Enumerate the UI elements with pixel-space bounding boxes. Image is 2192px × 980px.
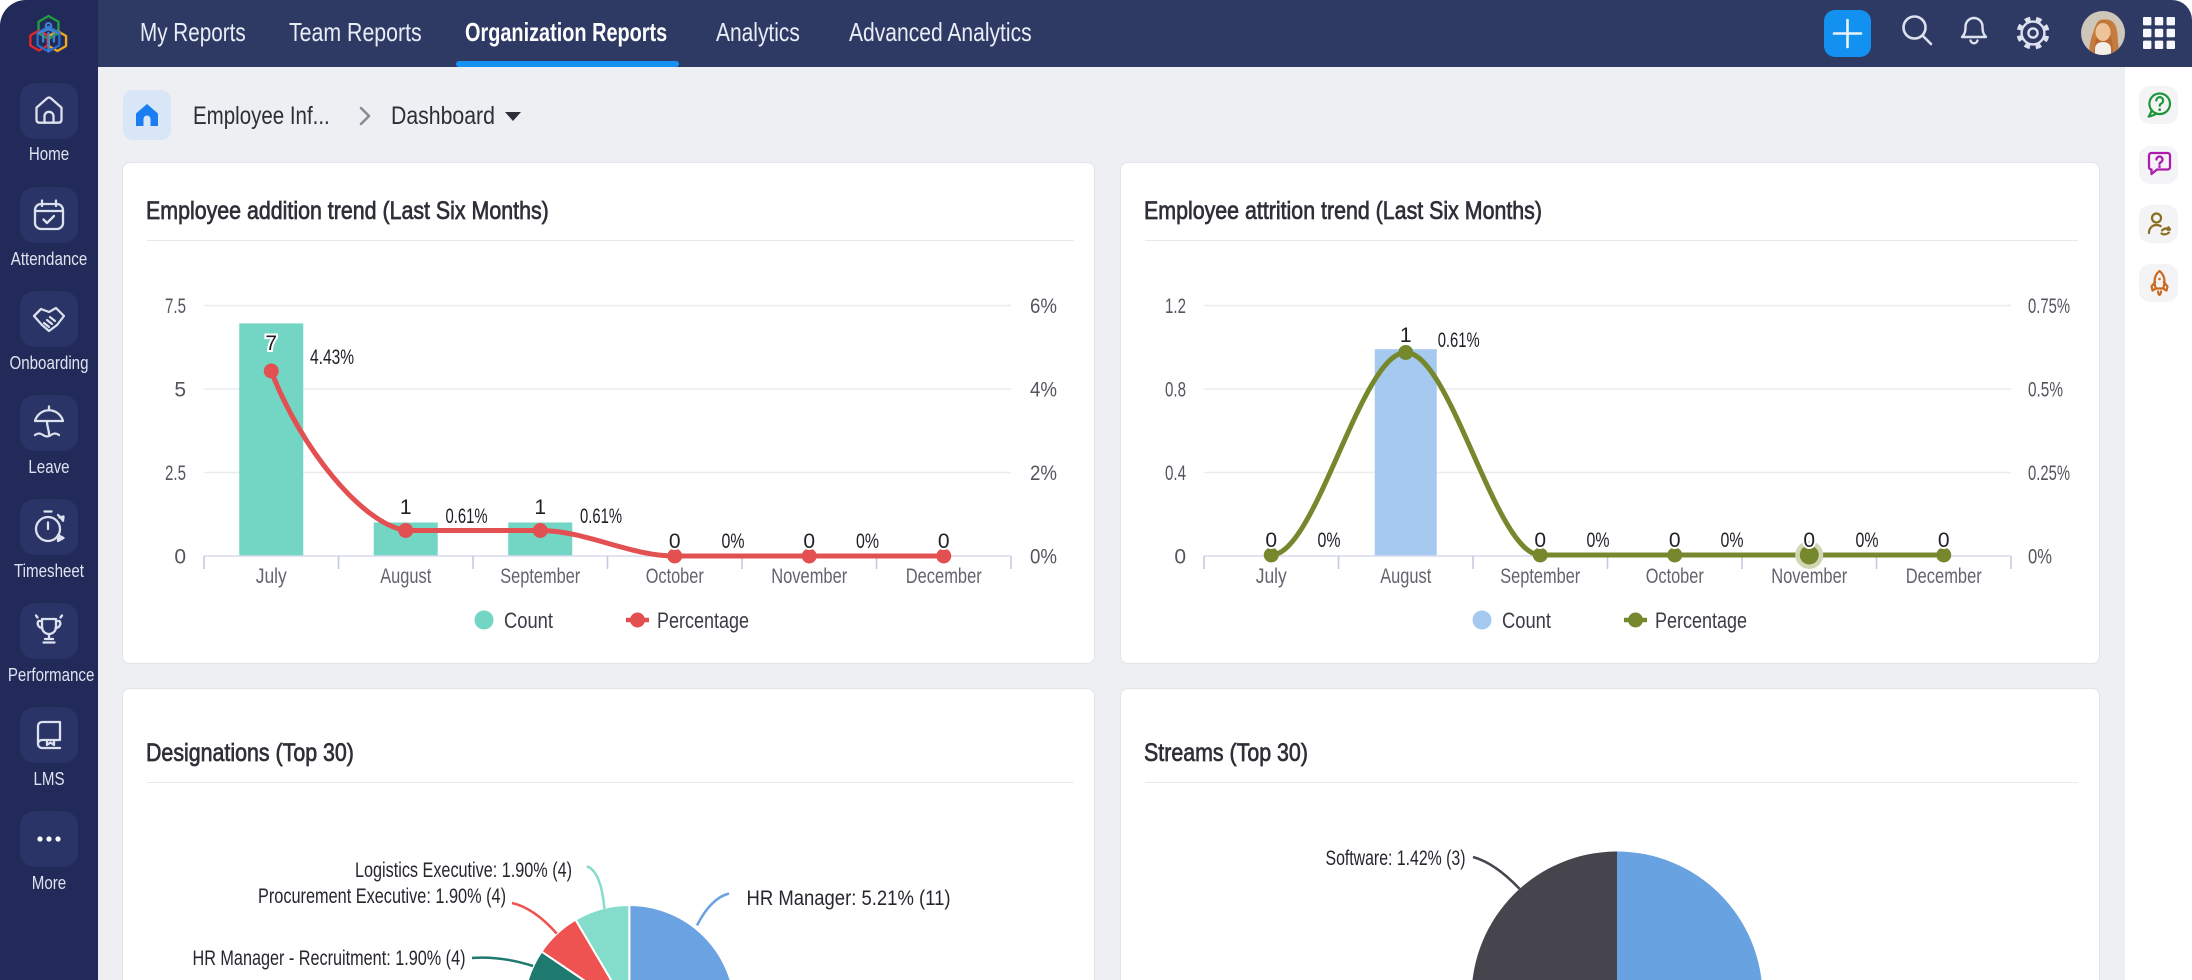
svg-text:0.61%: 0.61%	[446, 505, 488, 528]
svg-text:1: 1	[1400, 324, 1412, 347]
svg-text:0: 0	[1534, 529, 1546, 552]
svg-text:4%: 4%	[1030, 379, 1057, 402]
svg-text:0: 0	[669, 530, 681, 553]
svg-text:September: September	[500, 565, 580, 588]
svg-text:October: October	[646, 565, 704, 588]
svg-text:7.5: 7.5	[165, 295, 186, 318]
svg-text:0%: 0%	[1318, 529, 1341, 552]
svg-text:1: 1	[534, 496, 546, 519]
svg-text:Software: 1.42% (3): Software: 1.42% (3)	[1326, 847, 1466, 870]
svg-text:Percentage: Percentage	[1655, 608, 1747, 633]
svg-text:1: 1	[400, 496, 412, 519]
svg-text:0: 0	[803, 530, 815, 553]
svg-text:0%: 0%	[1030, 546, 1057, 569]
svg-text:Count: Count	[504, 608, 553, 633]
svg-text:0.5%: 0.5%	[2028, 379, 2063, 402]
svg-text:7: 7	[265, 332, 277, 355]
svg-text:0%: 0%	[722, 530, 745, 553]
svg-text:HR Manager - Recruitment: 1.90: HR Manager - Recruitment: 1.90% (4)	[193, 947, 466, 970]
svg-text:Percentage: Percentage	[657, 608, 749, 633]
svg-text:October: October	[1646, 565, 1704, 588]
svg-text:July: July	[256, 565, 287, 588]
svg-text:0%: 0%	[1856, 529, 1879, 552]
svg-text:4.43%: 4.43%	[310, 346, 354, 369]
svg-text:2%: 2%	[1030, 462, 1057, 485]
svg-text:0: 0	[1669, 529, 1681, 552]
svg-text:0.25%: 0.25%	[2028, 462, 2070, 485]
svg-text:July: July	[1256, 565, 1287, 588]
svg-text:Count: Count	[1502, 608, 1551, 633]
svg-text:5: 5	[174, 379, 186, 402]
svg-text:Logistics Executive: 1.90% (4): Logistics Executive: 1.90% (4)	[355, 859, 572, 882]
svg-text:0.61%: 0.61%	[580, 505, 622, 528]
svg-text:November: November	[1771, 565, 1847, 588]
svg-text:0: 0	[174, 546, 186, 569]
svg-text:0: 0	[1174, 546, 1186, 569]
svg-text:0: 0	[1938, 529, 1950, 552]
svg-text:Procurement Executive: 1.90% (: Procurement Executive: 1.90% (4)	[258, 885, 506, 908]
svg-text:August: August	[380, 565, 431, 588]
svg-text:0.8: 0.8	[1165, 379, 1186, 402]
svg-text:September: September	[1500, 565, 1580, 588]
svg-text:0: 0	[1265, 529, 1277, 552]
svg-text:0%: 0%	[2028, 546, 2052, 569]
svg-text:0.75%: 0.75%	[2028, 295, 2070, 318]
svg-text:0%: 0%	[1721, 529, 1744, 552]
svg-text:December: December	[1906, 565, 1982, 588]
svg-text:0: 0	[938, 530, 950, 553]
svg-text:0: 0	[1803, 529, 1815, 552]
svg-text:2.5: 2.5	[165, 462, 186, 485]
svg-text:August: August	[1380, 565, 1431, 588]
svg-text:0%: 0%	[856, 530, 879, 553]
svg-text:0%: 0%	[1587, 529, 1610, 552]
svg-text:1.2: 1.2	[1165, 295, 1186, 318]
svg-text:HR Manager: 5.21% (11): HR Manager: 5.21% (11)	[747, 887, 951, 910]
svg-text:November: November	[771, 565, 847, 588]
svg-text:December: December	[906, 565, 982, 588]
svg-text:0.4: 0.4	[1165, 462, 1186, 485]
svg-text:6%: 6%	[1030, 295, 1057, 318]
svg-text:0.61%: 0.61%	[1438, 329, 1480, 352]
